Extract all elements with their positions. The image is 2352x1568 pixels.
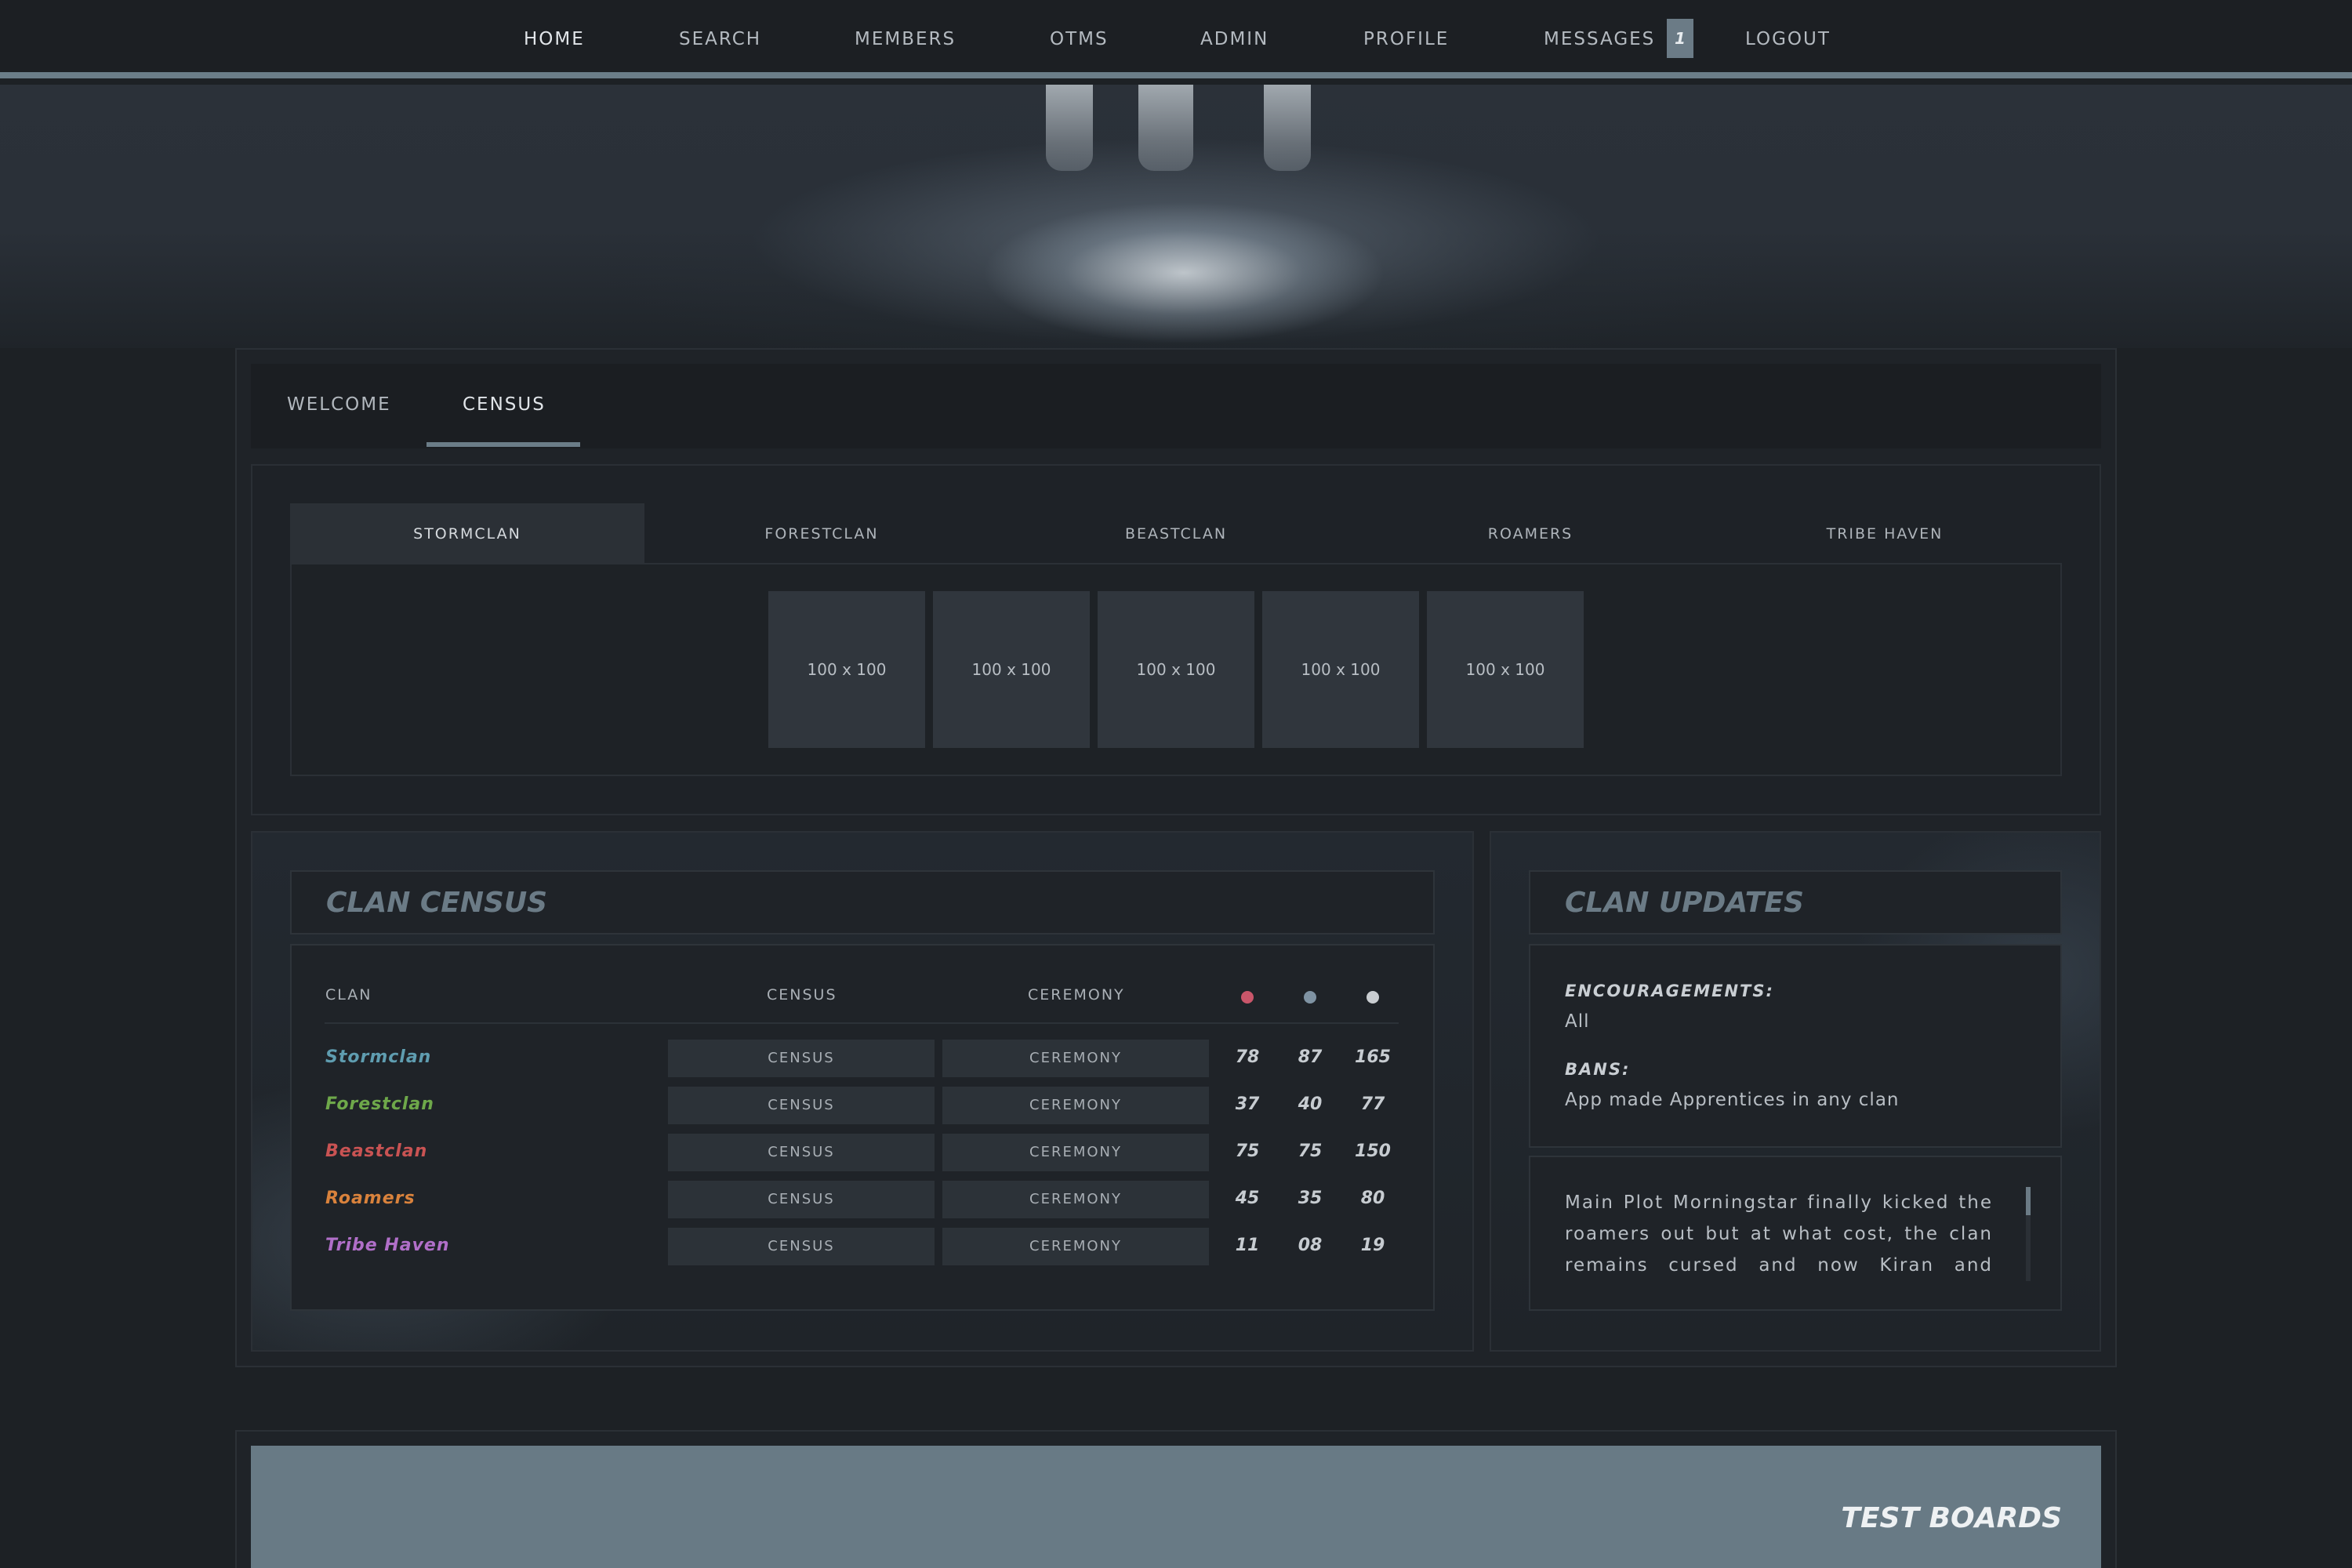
nav-search[interactable]: SEARCH [679,0,761,78]
clan-name-tribe-haven: Tribe Haven [325,1236,450,1255]
ceremony-button[interactable]: CEREMONY [942,1087,1209,1124]
col-header-ceremony: CEREMONY [1028,986,1125,1004]
gallery-thumbnail[interactable]: 100 x 100 [1262,591,1419,748]
tab-census[interactable]: CENSUS [463,364,546,448]
census-button[interactable]: CENSUS [668,1181,935,1218]
ceremony-button[interactable]: CEREMONY [942,1134,1209,1171]
count-a: 75 [1235,1142,1260,1161]
gallery-thumbnail[interactable]: 100 x 100 [768,591,925,748]
count-total: 77 [1360,1094,1385,1114]
active-tab-indicator [426,442,580,447]
clan-updates-header: CLAN UPDATES [1529,870,2062,935]
encouragements-value: All [1565,1011,1590,1032]
rules-box [1529,944,2062,1148]
clan-name-beastclan: Beastclan [325,1142,428,1161]
count-a: 78 [1235,1047,1260,1067]
plot-text: Main Plot Morningstar finally kicked the… [1565,1192,1993,1276]
test-boards-title: TEST BOARDS [1841,1502,2062,1534]
plot-scrollbar-track[interactable] [2026,1215,2031,1281]
count-a: 37 [1235,1094,1260,1114]
messages-count-badge[interactable]: 1 [1667,19,1693,58]
clantab-tribe-haven[interactable]: TRIBE HAVEN [1708,503,2062,564]
white-dot-icon [1367,991,1379,1004]
census-button[interactable]: CENSUS [668,1087,935,1124]
top-navbar: HOME SEARCH MEMBERS OTMS ADMIN PROFILE M… [0,0,2352,78]
clantab-stormclan[interactable]: STORMCLAN [290,503,644,564]
nav-logout[interactable]: LOGOUT [1745,0,1831,78]
ceremony-button[interactable]: CEREMONY [942,1181,1209,1218]
count-b: 75 [1298,1142,1323,1161]
clan-name-roamers: Roamers [325,1189,416,1208]
hero-figure-left [1046,85,1093,171]
blue-dot-icon [1304,991,1316,1004]
count-b: 87 [1298,1047,1323,1067]
ceremony-button[interactable]: CEREMONY [942,1228,1209,1265]
clan-census-header: CLAN CENSUS [290,870,1435,935]
census-button[interactable]: CENSUS [668,1228,935,1265]
count-total: 165 [1355,1047,1391,1067]
clan-name-stormclan: Stormclan [325,1047,432,1067]
encouragements-label: ENCOURAGEMENTS: [1565,982,1774,1000]
header-divider [325,1022,1399,1024]
ceremony-button[interactable]: CEREMONY [942,1040,1209,1077]
clan-name-forestclan: Forestclan [325,1094,434,1114]
col-header-census: CENSUS [767,986,837,1004]
count-total: 80 [1360,1189,1385,1208]
clantab-forestclan[interactable]: FORESTCLAN [644,503,999,564]
clantab-beastclan[interactable]: BEASTCLAN [999,503,1353,564]
col-header-clan: CLAN [325,986,372,1004]
clantab-roamers[interactable]: ROAMERS [1353,503,1708,564]
count-b: 35 [1298,1189,1323,1208]
test-boards-banner: TEST BOARDS [251,1446,2101,1568]
nav-profile[interactable]: PROFILE [1363,0,1449,78]
census-button[interactable]: CENSUS [668,1040,935,1077]
clan-census-title: CLAN CENSUS [326,887,548,919]
main-tabbar: WELCOME CENSUS [251,364,2101,448]
count-b: 08 [1298,1236,1323,1255]
red-dot-icon [1241,991,1254,1004]
tab-welcome[interactable]: WELCOME [287,364,391,448]
bans-value: App made Apprentices in any clan [1565,1090,1900,1110]
nav-members[interactable]: MEMBERS [855,0,956,78]
gallery-thumbnail[interactable]: 100 x 100 [1427,591,1584,748]
plot-scrollbar-thumb[interactable] [2026,1187,2031,1215]
hero-figure-right [1264,85,1311,171]
gallery-thumbnail[interactable]: 100 x 100 [1098,591,1254,748]
count-total: 19 [1360,1236,1385,1255]
count-a: 11 [1235,1236,1260,1255]
count-b: 40 [1298,1094,1323,1114]
clan-updates-title: CLAN UPDATES [1565,887,1804,919]
nav-home[interactable]: HOME [524,0,585,78]
nav-admin[interactable]: ADMIN [1200,0,1269,78]
bans-label: BANS: [1565,1060,1631,1079]
nav-otms[interactable]: OTMS [1050,0,1109,78]
gallery-thumbnail[interactable]: 100 x 100 [933,591,1090,748]
hero-banner-image [0,85,2352,348]
hero-figure-center [1138,85,1193,171]
count-a: 45 [1235,1189,1260,1208]
census-button[interactable]: CENSUS [668,1134,935,1171]
nav-messages[interactable]: MESSAGES [1544,0,1655,78]
count-total: 150 [1355,1142,1391,1161]
